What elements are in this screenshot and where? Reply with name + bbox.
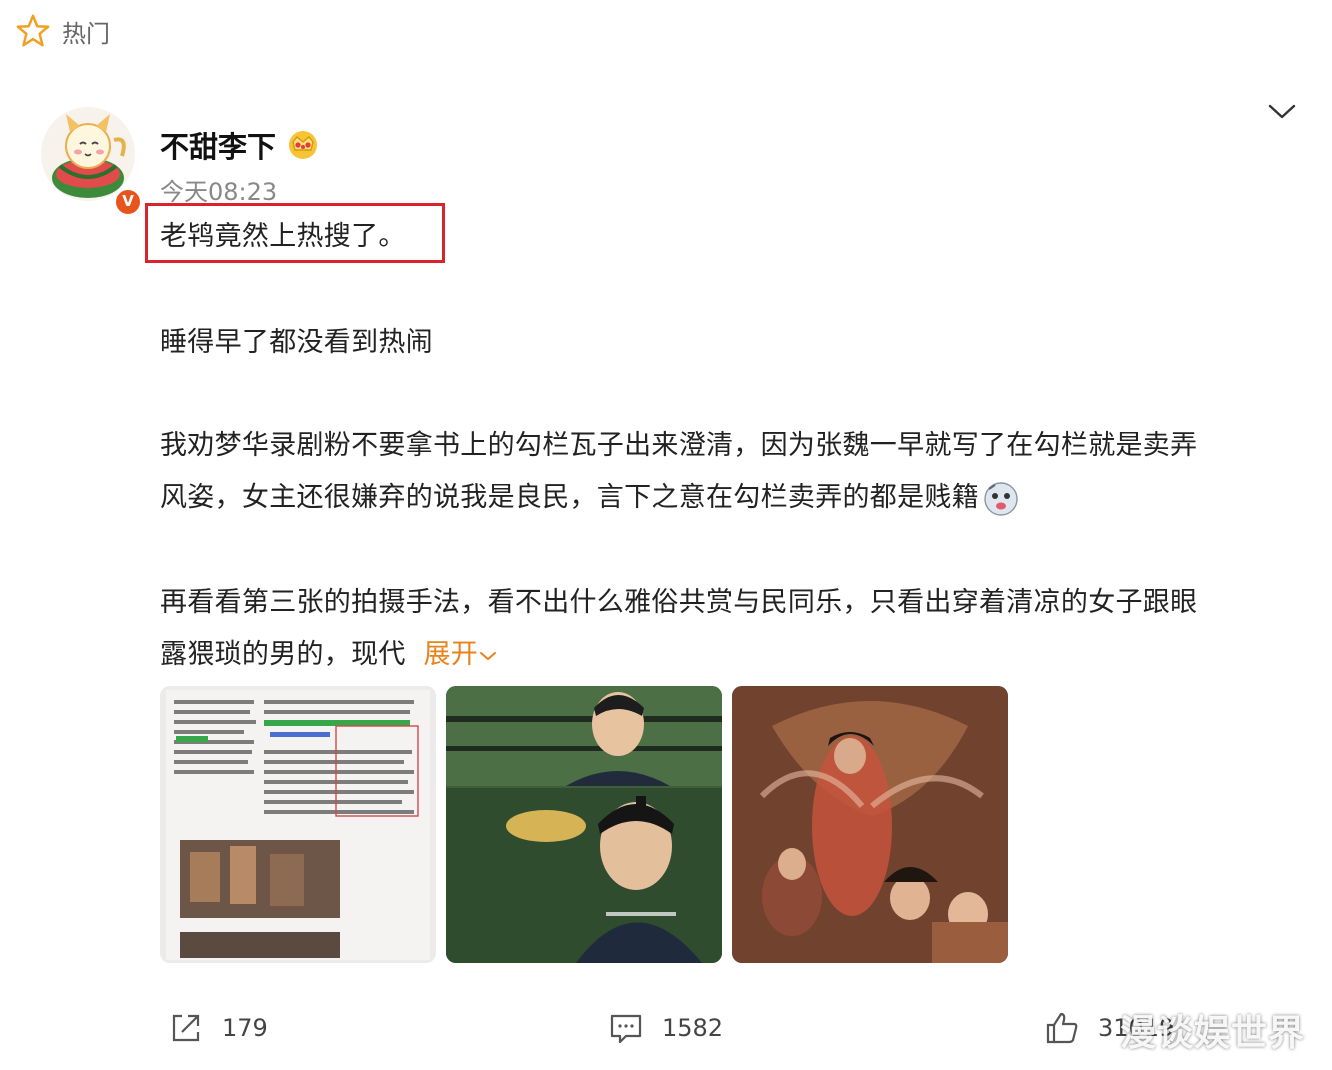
doge-emoji-icon [984, 481, 1018, 516]
crown-badge-icon [289, 131, 317, 159]
post-text-line: 再看看第三张的拍摄手法，看不出什么雅俗共赏与民同乐，只看出穿着清凉的女子跟眼 [160, 587, 1198, 618]
photo-thumbnail-drama-man[interactable] [446, 686, 722, 963]
watermark: 漫谈娱世界 [1120, 1013, 1306, 1054]
comment-count: 1582 [662, 1014, 724, 1042]
post-timestamp[interactable]: 今天08:23 [160, 172, 277, 207]
comment-icon [610, 1014, 642, 1044]
username[interactable]: 不甜李下 [160, 124, 276, 166]
share-icon [172, 1014, 200, 1042]
chevron-down-icon [480, 651, 497, 660]
post-text-line: 露猥琐的男的，现代 [160, 639, 406, 670]
star-icon [16, 14, 50, 47]
photo-thumbnail-book[interactable] [160, 686, 436, 963]
chevron-down-icon[interactable] [1266, 96, 1298, 128]
post-text-line-with-emoji: 风姿，女主还很嫌弃的说我是良民，言下之意在勾栏卖弄的都是贱籍 [160, 475, 1019, 517]
share-button[interactable]: 179 [168, 1010, 268, 1046]
weibo-post: 热门 V 不甜李下 今天08:23 老鸨竟然上热搜了。 睡得早了都没看到热闹 我… [0, 0, 1332, 1070]
thumbs-up-icon [1046, 1012, 1078, 1044]
hot-tab-label: 热门 [62, 19, 110, 48]
share-count: 179 [222, 1014, 268, 1042]
expand-link[interactable]: 展开 [423, 639, 498, 670]
avatar[interactable] [40, 106, 136, 202]
post-text-line: 老鸨竟然上热搜了。 [160, 221, 406, 252]
photo-thumbnail-dancers[interactable] [732, 686, 1008, 963]
expand-label: 展开 [423, 639, 479, 670]
hot-tab[interactable]: 热门 [14, 12, 110, 50]
post-text-line-last: 露猥琐的男的，现代 展开 [160, 632, 498, 671]
post-text-line: 我劝梦华录剧粉不要拿书上的勾栏瓦子出来澄清，因为张魏一早就写了在勾栏就是卖弄 [160, 430, 1198, 461]
post-text-line: 睡得早了都没看到热闹 [160, 327, 433, 358]
post-text-line: 风姿，女主还很嫌弃的说我是良民，言下之意在勾栏卖弄的都是贱籍 [160, 482, 979, 513]
comment-button[interactable]: 1582 [608, 1010, 723, 1046]
verified-badge: V [114, 188, 142, 216]
photo-grid [160, 686, 1008, 963]
